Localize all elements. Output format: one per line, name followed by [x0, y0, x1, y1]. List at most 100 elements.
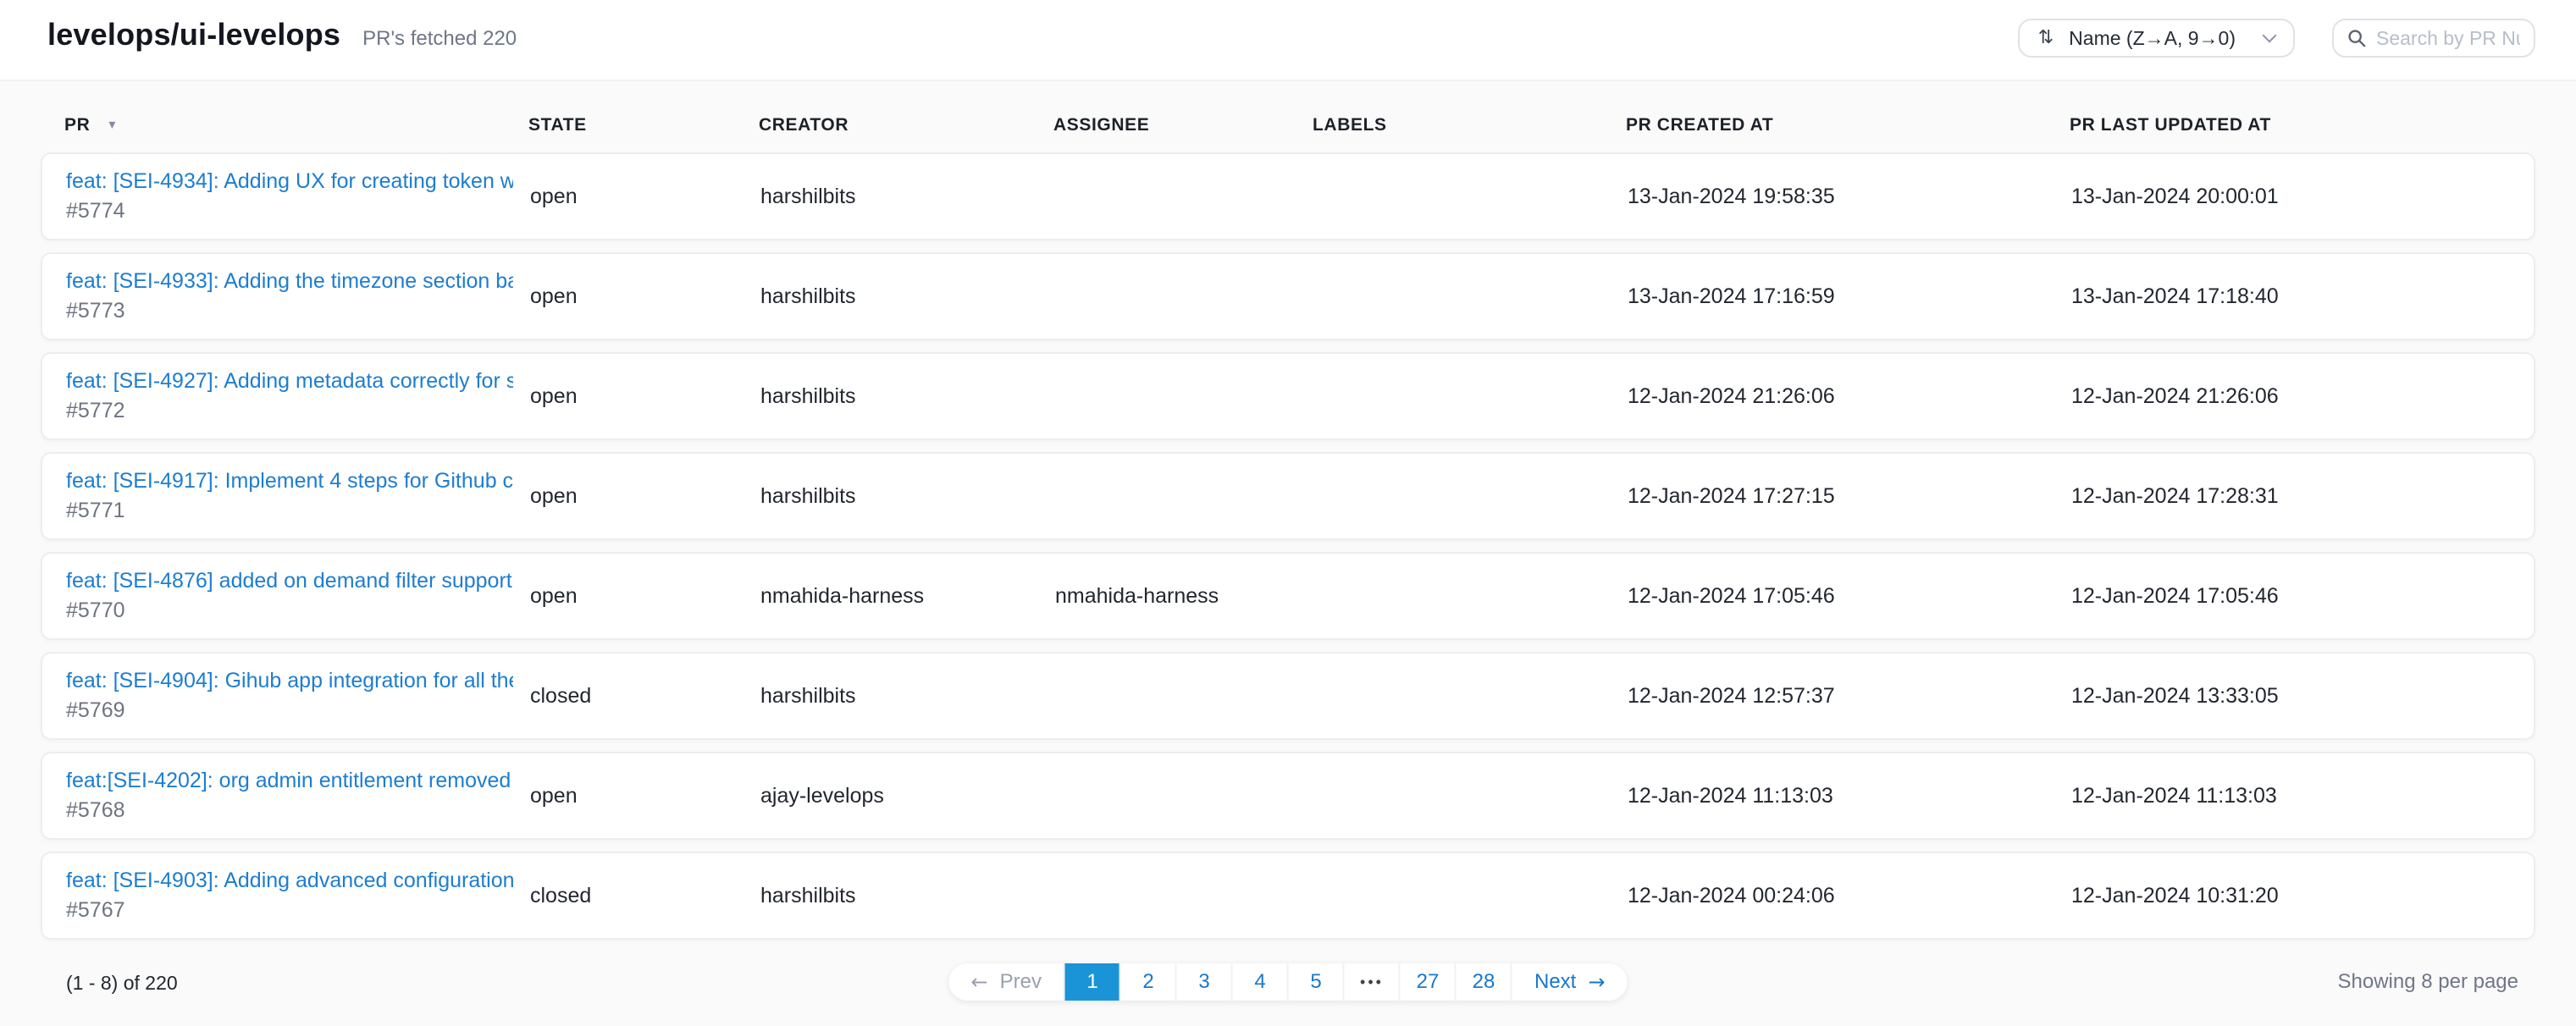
creator-cell: harshilbits [760, 684, 1055, 709]
right-arrow-icon: → [1588, 972, 1605, 992]
per-page-indicator: Showing 8 per page [2338, 970, 2519, 994]
table-header-row: PR▾ STATE CREATOR ASSIGNEE LABELS PR CRE… [41, 108, 2535, 142]
column-header-creator: CREATOR [759, 115, 1053, 135]
pr-number: #5768 [66, 798, 513, 823]
created-at-cell: 13-Jan-2024 19:58:35 [1628, 185, 2071, 209]
chevron-down-icon [2263, 29, 2277, 43]
updated-at-cell: 12-Jan-2024 17:28:31 [2071, 484, 2534, 509]
column-header-created: PR CREATED AT [1626, 115, 2070, 135]
table-row: feat: [SEI-4927]: Adding metadata correc… [41, 352, 2535, 440]
sort-caret-icon: ▾ [108, 116, 116, 132]
state-cell: open [530, 284, 760, 309]
column-header-updated: PR LAST UPDATED AT [2070, 115, 2535, 135]
pr-list: feat: [SEI-4934]: Adding UX for creating… [0, 152, 2576, 940]
updated-at-cell: 12-Jan-2024 17:05:46 [2071, 584, 2534, 609]
pr-title-cell: feat:[SEI-4202]: org admin entitlement r… [66, 769, 530, 823]
pr-title-link[interactable]: feat: [SEI-4933]: Adding the timezone se… [66, 269, 513, 294]
table-row: feat:[SEI-4202]: org admin entitlement r… [41, 752, 2535, 840]
results-range: (1 - 8) of 220 [66, 972, 178, 995]
pr-number: #5772 [66, 399, 513, 423]
pr-title-cell: feat: [SEI-4876] added on demand filter … [66, 569, 530, 623]
updated-at-cell: 12-Jan-2024 10:31:20 [2071, 884, 2534, 908]
pr-title-link[interactable]: feat: [SEI-4876] added on demand filter … [66, 569, 513, 593]
creator-cell: harshilbits [760, 484, 1055, 509]
created-at-cell: 12-Jan-2024 12:57:37 [1628, 684, 2071, 709]
page-button-5[interactable]: 5 [1287, 963, 1343, 1001]
page-button-1[interactable]: 1 [1064, 963, 1119, 1001]
pr-fetched-count: PR's fetched 220 [362, 27, 517, 51]
pr-title-link[interactable]: feat:[SEI-4202]: org admin entitlement r… [66, 769, 513, 793]
pr-title-link[interactable]: feat: [SEI-4903]: Adding advanced config… [66, 869, 513, 893]
state-cell: open [530, 185, 760, 209]
page-button-4[interactable]: 4 [1231, 963, 1287, 1001]
footer-bar: (1 - 8) of 220 ← Prev 1 2 3 4 5 ••• 27 2… [41, 963, 2535, 1004]
pr-title-cell: feat: [SEI-4917]: Implement 4 steps for … [66, 469, 530, 523]
pr-title-cell: feat: [SEI-4903]: Adding advanced config… [66, 869, 530, 923]
pagination-ellipsis[interactable]: ••• [1343, 963, 1399, 1001]
pr-number: #5774 [66, 199, 513, 223]
title-group: levelops/ui-levelops PR's fetched 220 [47, 17, 517, 52]
pr-title-cell: feat: [SEI-4927]: Adding metadata correc… [66, 369, 530, 423]
page-button-28[interactable]: 28 [1455, 963, 1511, 1001]
creator-cell: harshilbits [760, 884, 1055, 908]
page-button-3[interactable]: 3 [1175, 963, 1231, 1001]
pr-title-cell: feat: [SEI-4934]: Adding UX for creating… [66, 169, 530, 223]
state-cell: open [530, 784, 760, 808]
page-title: levelops/ui-levelops [47, 17, 340, 52]
table-row: feat: [SEI-4903]: Adding advanced config… [41, 852, 2535, 940]
table-row: feat: [SEI-4876] added on demand filter … [41, 552, 2535, 640]
pr-number: #5769 [66, 698, 513, 723]
left-arrow-icon: ← [971, 972, 988, 992]
state-cell: open [530, 384, 760, 409]
updated-at-cell: 13-Jan-2024 20:00:01 [2071, 185, 2534, 209]
column-header-assignee: ASSIGNEE [1053, 115, 1313, 135]
column-header-state: STATE [528, 115, 759, 135]
updated-at-cell: 12-Jan-2024 21:26:06 [2071, 384, 2534, 409]
table-row: feat: [SEI-4933]: Adding the timezone se… [41, 252, 2535, 340]
column-header-pr[interactable]: PR▾ [64, 115, 528, 135]
creator-cell: harshilbits [760, 284, 1055, 309]
updated-at-cell: 12-Jan-2024 13:33:05 [2071, 684, 2534, 709]
column-header-labels: LABELS [1313, 115, 1626, 135]
search-icon [2347, 29, 2366, 47]
pr-title-link[interactable]: feat: [SEI-4934]: Adding UX for creating… [66, 169, 513, 194]
pr-title-link[interactable]: feat: [SEI-4917]: Implement 4 steps for … [66, 469, 513, 494]
top-header-bar: levelops/ui-levelops PR's fetched 220 ⇅ … [0, 0, 2576, 81]
search-input[interactable] [2376, 27, 2520, 50]
table-row: feat: [SEI-4934]: Adding UX for creating… [41, 152, 2535, 240]
page-button-2[interactable]: 2 [1119, 963, 1175, 1001]
state-cell: open [530, 584, 760, 609]
pr-title-link[interactable]: feat: [SEI-4927]: Adding metadata correc… [66, 369, 513, 394]
updated-at-cell: 13-Jan-2024 17:18:40 [2071, 284, 2534, 309]
pr-number: #5773 [66, 299, 513, 323]
sort-selected-value: Name (Z→A, 9→0) [2069, 27, 2236, 50]
prev-label: Prev [1000, 970, 1042, 994]
pr-title-link[interactable]: feat: [SEI-4904]: Gihub app integration … [66, 669, 513, 693]
creator-cell: harshilbits [760, 384, 1055, 409]
state-cell: closed [530, 884, 760, 908]
created-at-cell: 12-Jan-2024 17:27:15 [1628, 484, 2071, 509]
creator-cell: ajay-levelops [760, 784, 1055, 808]
creator-cell: harshilbits [760, 185, 1055, 209]
page-button-27[interactable]: 27 [1399, 963, 1455, 1001]
prev-page-button[interactable]: ← Prev [949, 963, 1064, 1001]
next-label: Next [1534, 970, 1576, 994]
created-at-cell: 12-Jan-2024 17:05:46 [1628, 584, 2071, 609]
created-at-cell: 12-Jan-2024 11:13:03 [1628, 784, 2071, 808]
creator-cell: nmahida-harness [760, 584, 1055, 609]
table-row: feat: [SEI-4904]: Gihub app integration … [41, 652, 2535, 740]
next-page-button[interactable]: Next → [1511, 963, 1627, 1001]
assignee-cell: nmahida-harness [1055, 584, 1314, 609]
pr-title-cell: feat: [SEI-4933]: Adding the timezone se… [66, 269, 530, 323]
created-at-cell: 12-Jan-2024 21:26:06 [1628, 384, 2071, 409]
sort-dropdown[interactable]: ⇅ Name (Z→A, 9→0) [2018, 19, 2295, 58]
table-row: feat: [SEI-4917]: Implement 4 steps for … [41, 452, 2535, 540]
pr-title-cell: feat: [SEI-4904]: Gihub app integration … [66, 669, 530, 723]
table-area: PR▾ STATE CREATOR ASSIGNEE LABELS PR CRE… [0, 108, 2576, 1004]
created-at-cell: 12-Jan-2024 00:24:06 [1628, 884, 2071, 908]
pagination: ← Prev 1 2 3 4 5 ••• 27 28 Next → [949, 963, 1628, 1001]
state-cell: closed [530, 684, 760, 709]
updated-at-cell: 12-Jan-2024 11:13:03 [2071, 784, 2534, 808]
pr-number: #5767 [66, 898, 513, 923]
sort-up-down-icon: ⇅ [2038, 29, 2054, 47]
